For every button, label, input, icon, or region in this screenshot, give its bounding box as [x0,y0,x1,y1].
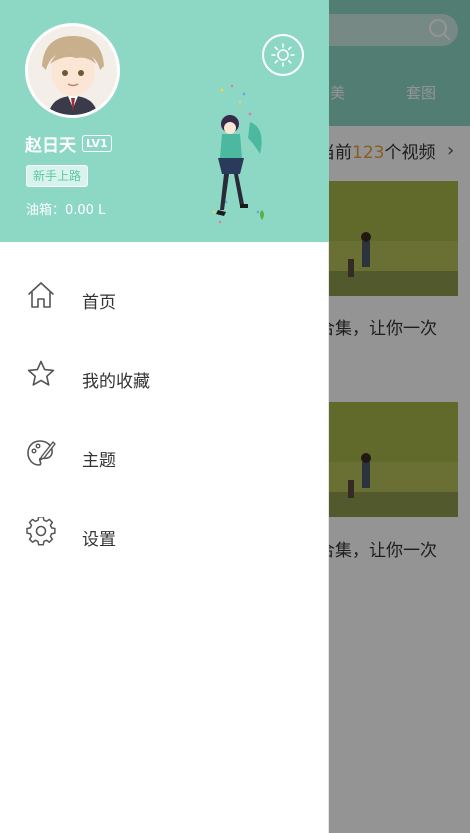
anime-girl-illustration [212,84,264,224]
menu-item-label: 设置 [82,530,116,550]
drawer-menu: 首页 我的收藏 主题 设置 [0,258,329,574]
user-name[interactable]: 赵日天 [25,131,76,156]
home-icon [28,282,54,308]
sun-icon [271,43,295,67]
menu-item-label: 我的收藏 [82,372,150,392]
menu-item-home[interactable]: 首页 [0,258,329,337]
user-info: 赵日天 LV1 [25,131,112,156]
avatar[interactable] [25,23,120,118]
gear-icon [26,517,56,546]
side-drawer: 赵日天 LV1 新手上路 油箱：0.00 L 首页 我的收藏 主题 设置 [0,0,329,833]
menu-item-label: 首页 [82,293,116,313]
drawer-header: 赵日天 LV1 新手上路 油箱：0.00 L [0,0,329,242]
menu-item-settings[interactable]: 设置 [0,495,329,574]
menu-item-theme[interactable]: 主题 [0,416,329,495]
star-icon [27,360,55,386]
theme-toggle-button[interactable] [262,34,304,76]
level-badge: LV1 [82,135,112,152]
menu-item-favorites[interactable]: 我的收藏 [0,337,329,416]
palette-icon [27,440,56,466]
status-badge: 新手上路 [26,165,89,187]
menu-item-label: 主题 [82,451,116,471]
fuel-balance: 油箱：0.00 L [26,203,106,218]
